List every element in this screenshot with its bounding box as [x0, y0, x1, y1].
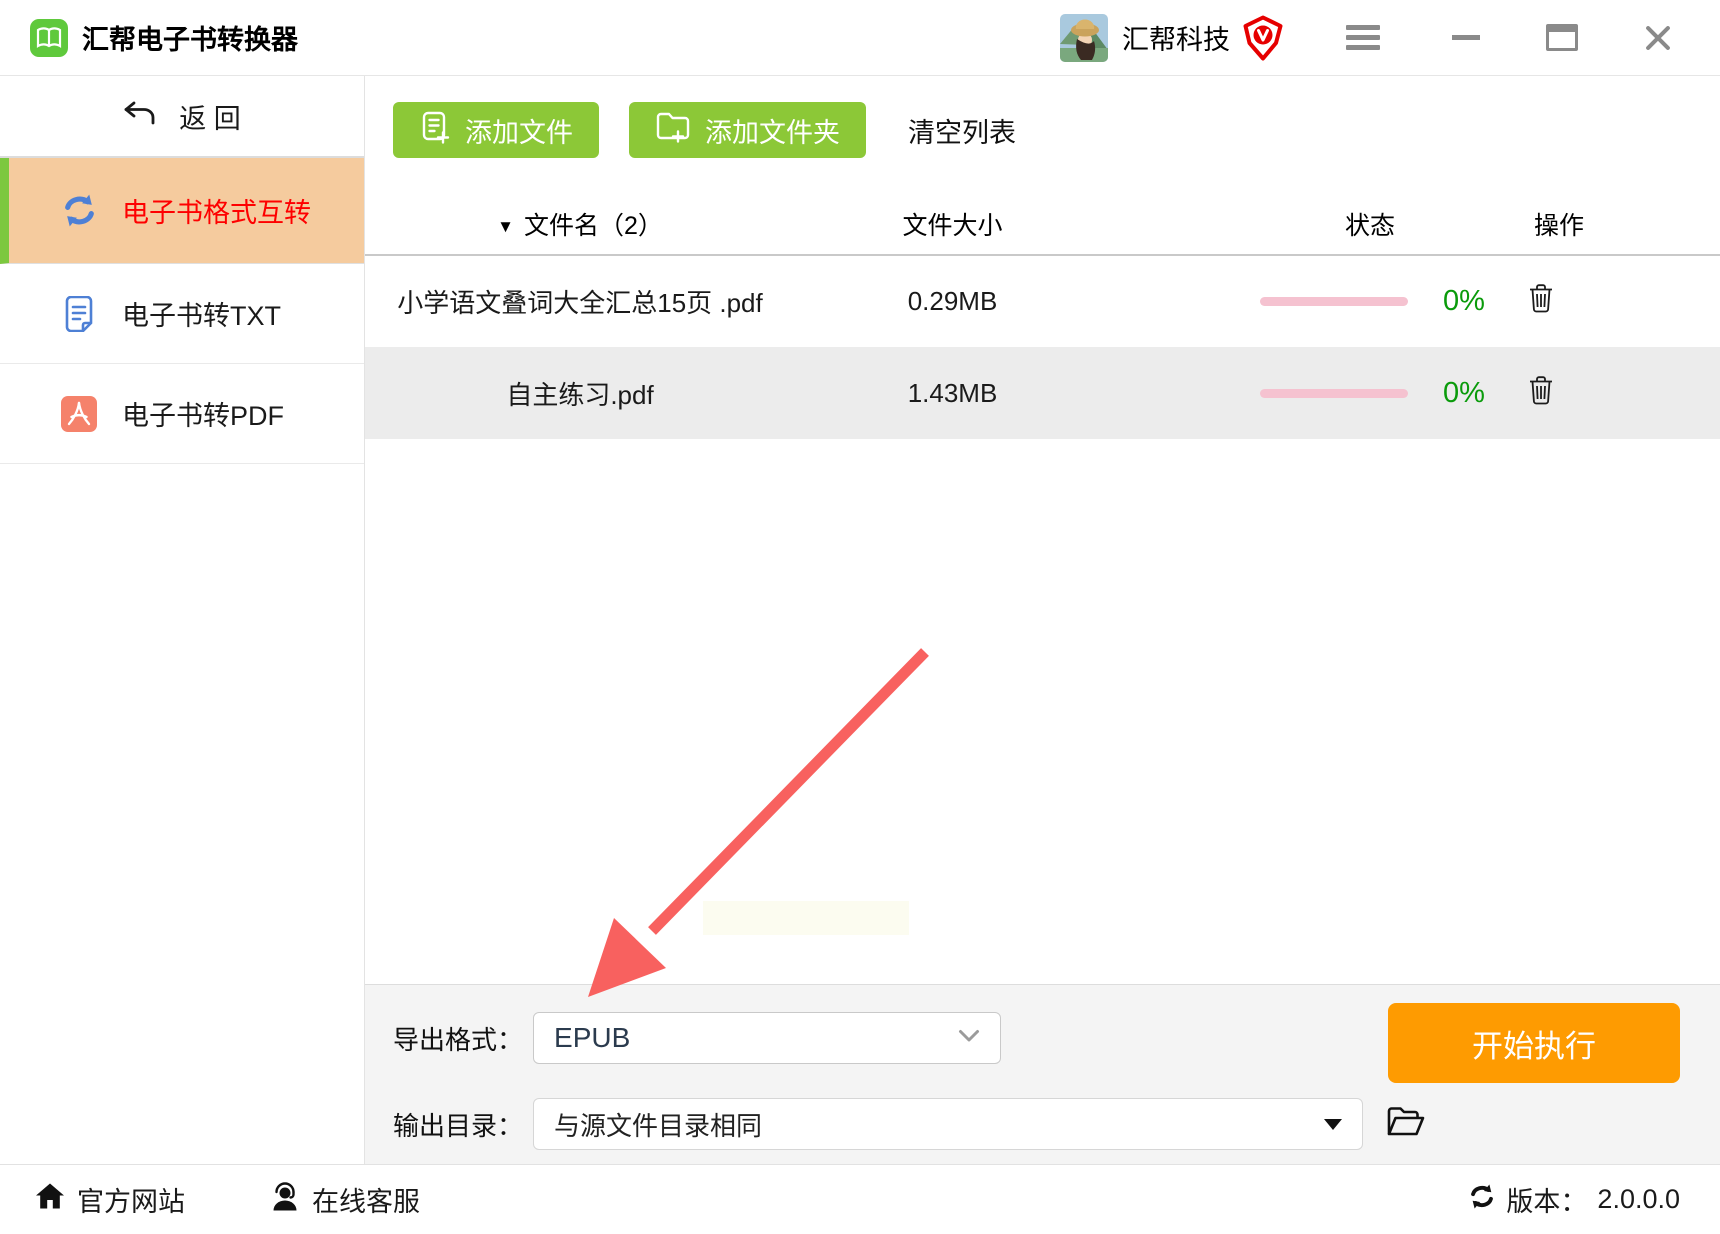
- file-name: 自主练习.pdf: [506, 379, 654, 410]
- sidebar-item-label: 电子书转TXT: [122, 301, 281, 331]
- footer: 官方网站 在线客服 版本： 2.0.0.0: [0, 1164, 1720, 1234]
- export-format-label: 导出格式：: [393, 1024, 524, 1055]
- toolbar: 添加文件 添加文件夹 清空列表: [393, 102, 1720, 158]
- main-content: 添加文件 添加文件夹 清空列表 ▼ 文件名（2） 文件大小 状态 操作 小学语文…: [365, 76, 1720, 1164]
- column-header-filesize: 文件大小: [902, 212, 1003, 240]
- folder-plus-icon: [655, 111, 691, 150]
- output-dir-select[interactable]: 与源文件目录相同: [533, 1098, 1364, 1150]
- table-header: ▼ 文件名（2） 文件大小 状态 操作: [365, 194, 1720, 256]
- sidebar-item-to-pdf[interactable]: 电子书转PDF: [0, 364, 364, 464]
- menu-icon[interactable]: [1346, 25, 1380, 50]
- pdf-icon: [60, 395, 98, 432]
- titlebar: 汇帮电子书转换器 汇帮科技: [0, 0, 1720, 76]
- progress-bar: [1260, 297, 1408, 306]
- table-row: 小学语文叠词大全汇总15页 .pdf 0.29MB 0%: [365, 256, 1720, 347]
- brand-name: 汇帮科技: [1122, 25, 1230, 55]
- progress-percent: 0%: [1443, 376, 1485, 409]
- sidebar-item-to-txt[interactable]: 电子书转TXT: [0, 264, 364, 364]
- back-button[interactable]: 返 回: [0, 76, 364, 158]
- app-logo-icon: [30, 18, 68, 57]
- file-size: 1.43MB: [907, 377, 998, 408]
- vip-icon[interactable]: [1242, 15, 1284, 61]
- export-format-select[interactable]: EPUB: [533, 1012, 1002, 1064]
- headset-person-icon: [270, 1181, 300, 1218]
- open-folder-icon: [1385, 1105, 1425, 1144]
- file-name: 小学语文叠词大全汇总15页 .pdf: [397, 288, 763, 318]
- delete-button[interactable]: [1528, 283, 1554, 320]
- sidebar: 返 回 电子书格式互转 电子书转TXT 电子书转PDF: [0, 76, 365, 1164]
- trash-icon: [1528, 283, 1554, 320]
- add-file-label: 添加文件: [465, 117, 573, 148]
- version-value: 2.0.0.0: [1597, 1184, 1680, 1214]
- table-row: 自主练习.pdf 1.43MB 0%: [365, 347, 1720, 439]
- sidebar-item-format-convert[interactable]: 电子书格式互转: [0, 158, 364, 264]
- sync-arrows-icon: [60, 194, 98, 227]
- start-button[interactable]: 开始执行: [1388, 1003, 1680, 1083]
- file-plus-icon: [419, 110, 451, 151]
- document-icon: [60, 295, 98, 332]
- version-label: 版本：: [1506, 1187, 1588, 1217]
- official-site-link[interactable]: 官方网站: [35, 1180, 185, 1219]
- undo-arrow-icon: [123, 101, 155, 132]
- empty-area: [365, 439, 1720, 984]
- sidebar-item-label: 电子书格式互转: [122, 198, 311, 228]
- export-format-value: EPUB: [554, 1022, 631, 1053]
- maximize-button[interactable]: [1546, 24, 1578, 51]
- chevron-down-icon: [958, 1029, 980, 1048]
- column-header-filename[interactable]: ▼ 文件名（2）: [365, 206, 795, 242]
- clear-list-button[interactable]: 清空列表: [908, 111, 1016, 150]
- version-info[interactable]: 版本： 2.0.0.0: [1468, 1180, 1680, 1219]
- house-icon: [35, 1182, 65, 1217]
- export-panel: 导出格式： EPUB 开始执行 输出目录： 与源文件目录相同: [365, 984, 1720, 1164]
- update-sync-icon: [1468, 1183, 1496, 1216]
- browse-folder-button[interactable]: [1385, 1105, 1425, 1144]
- sidebar-item-label: 电子书转PDF: [122, 401, 284, 431]
- online-support-link[interactable]: 在线客服: [270, 1180, 420, 1219]
- delete-button[interactable]: [1528, 375, 1554, 412]
- app-title: 汇帮电子书转换器: [82, 25, 298, 55]
- close-button[interactable]: [1642, 22, 1674, 54]
- progress-bar: [1260, 388, 1408, 398]
- trash-icon: [1528, 375, 1554, 412]
- progress-percent: 0%: [1443, 285, 1485, 317]
- sort-caret-icon: ▼: [497, 217, 514, 236]
- avatar: [1060, 13, 1108, 62]
- app-window: 汇帮电子书转换器 汇帮科技 返 回 电子书格式互转 电子书转TXT 电子书转PD…: [0, 0, 1720, 1234]
- add-folder-button[interactable]: 添加文件夹: [629, 102, 866, 158]
- output-dir-label: 输出目录：: [393, 1110, 524, 1141]
- dropdown-arrow-icon: [1324, 1118, 1343, 1130]
- column-header-status: 状态: [1344, 212, 1395, 240]
- official-site-label: 官方网站: [77, 1187, 185, 1217]
- file-size: 0.29MB: [907, 286, 998, 316]
- back-label: 返 回: [179, 103, 241, 134]
- column-header-actions: 操作: [1533, 212, 1584, 240]
- watermark: [703, 901, 909, 935]
- minimize-button[interactable]: [1452, 23, 1482, 53]
- add-file-button[interactable]: 添加文件: [393, 102, 599, 158]
- output-dir-value: 与源文件目录相同: [554, 1110, 763, 1141]
- add-folder-label: 添加文件夹: [705, 117, 840, 148]
- online-support-label: 在线客服: [312, 1187, 420, 1217]
